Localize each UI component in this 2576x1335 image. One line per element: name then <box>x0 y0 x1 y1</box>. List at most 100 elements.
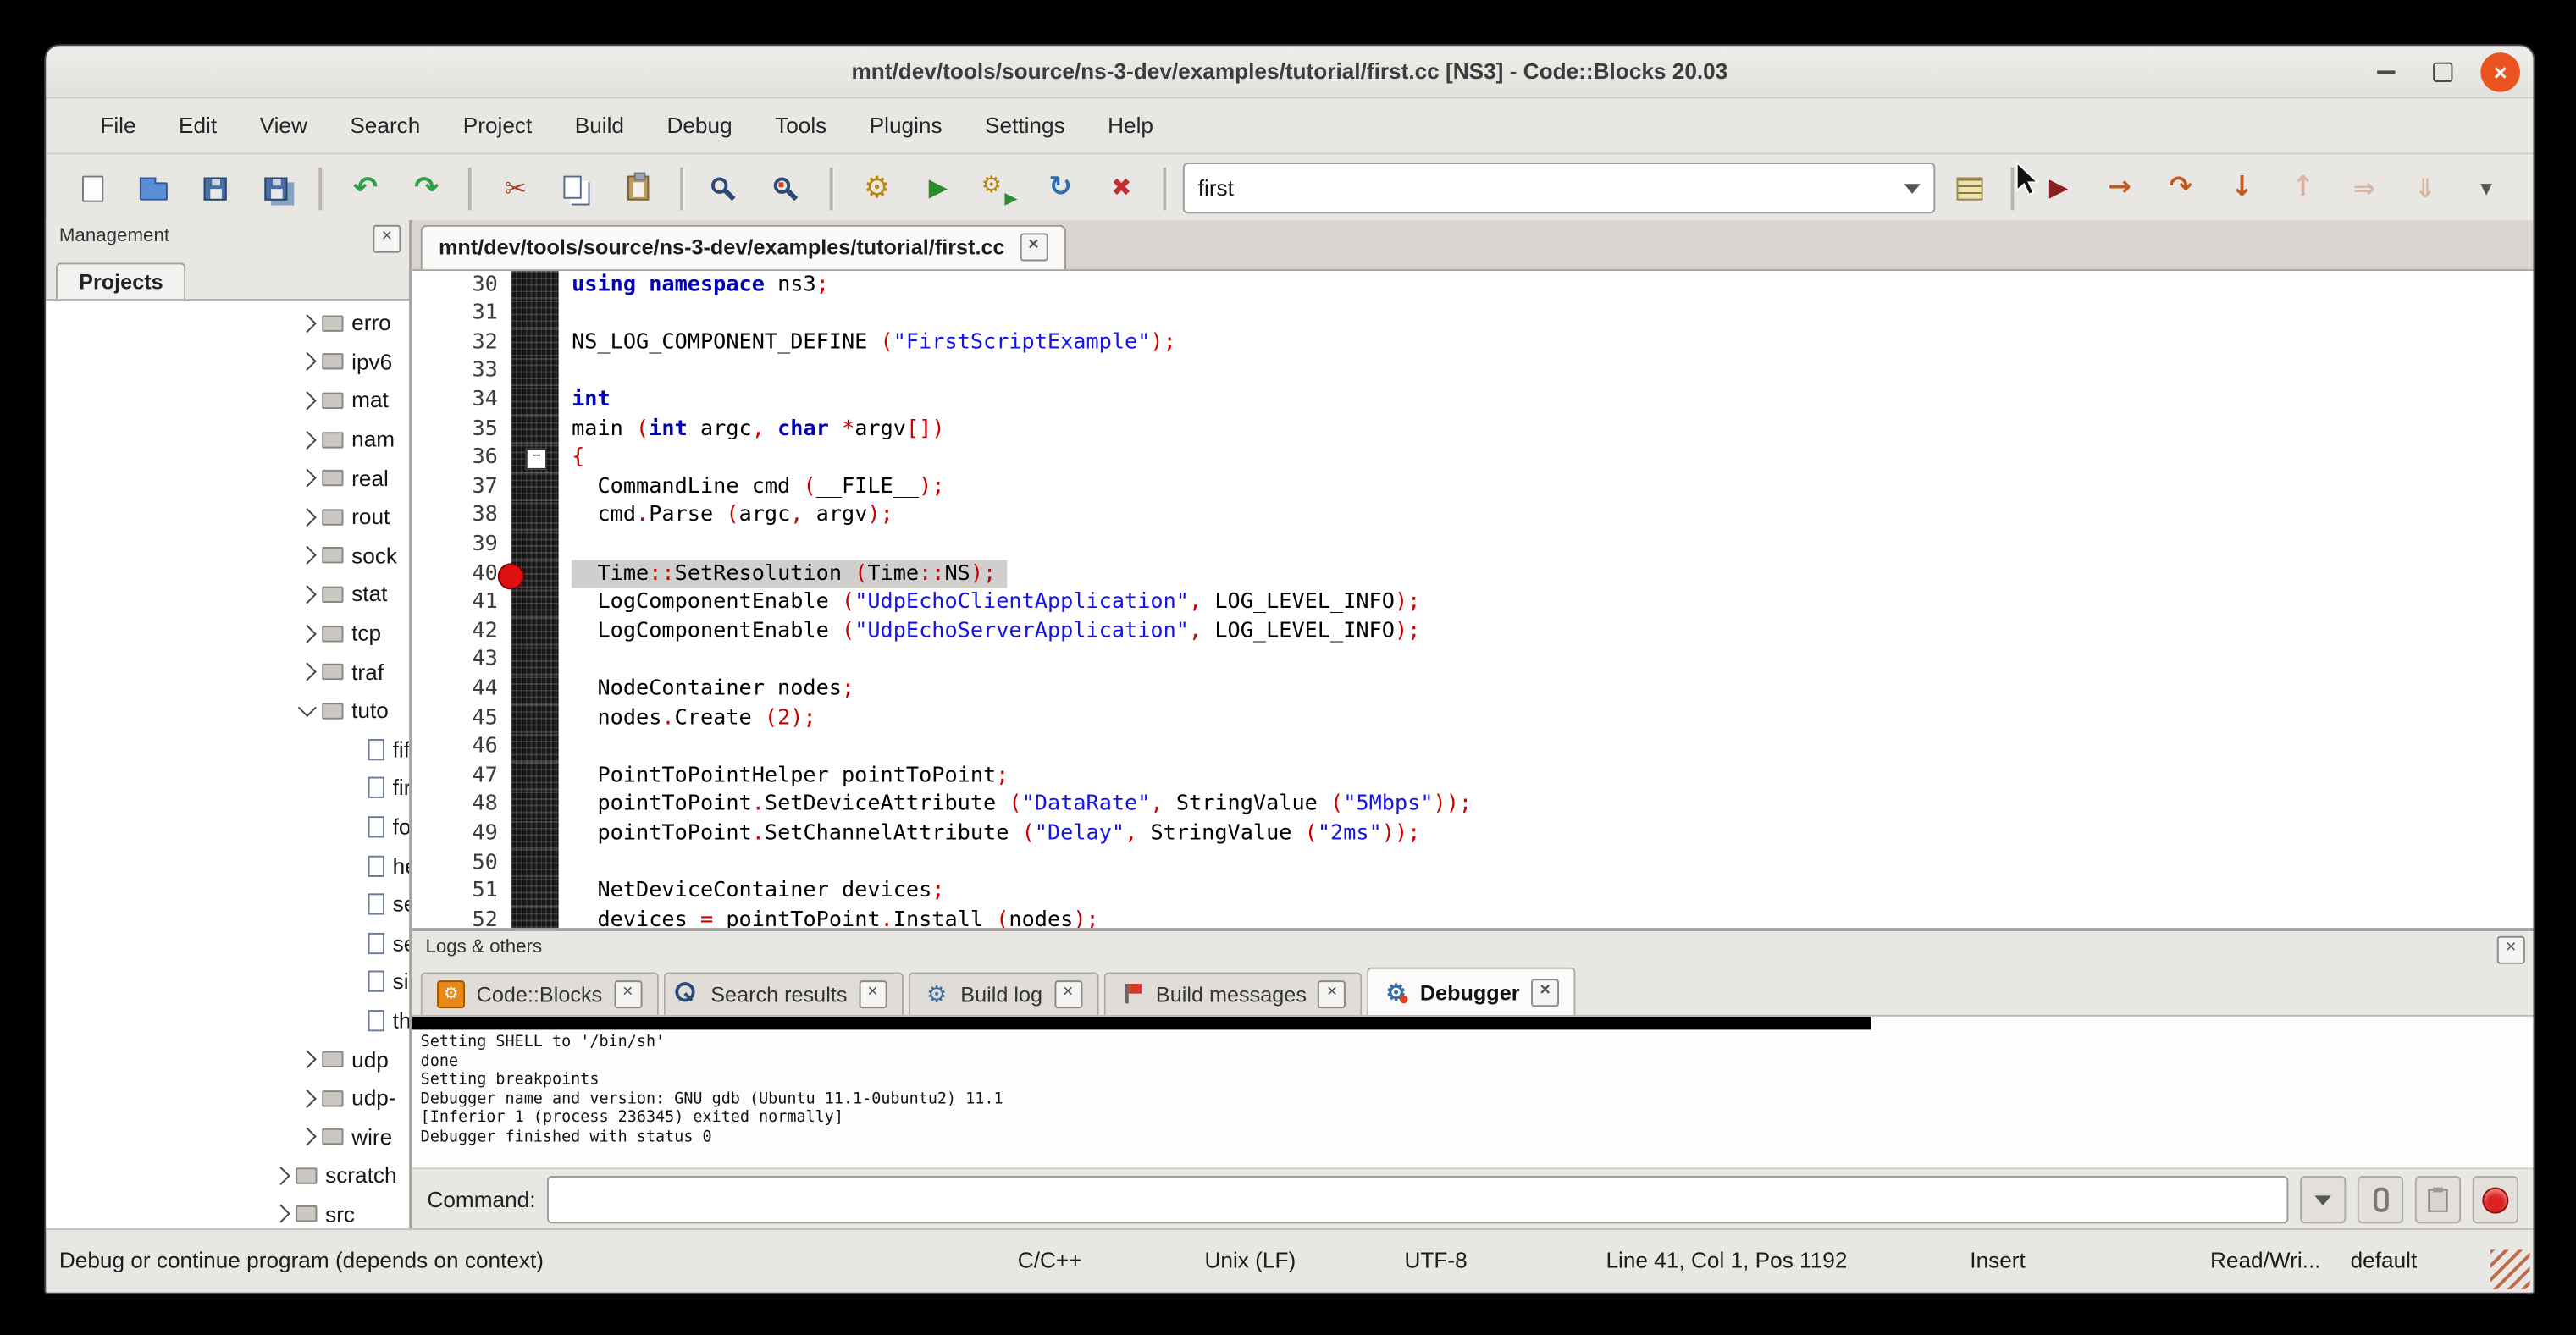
menu-file[interactable]: File <box>79 98 158 152</box>
copy-button[interactable] <box>550 163 604 212</box>
menu-edit[interactable]: Edit <box>158 98 239 152</box>
tree-item-traf[interactable]: traf <box>46 653 409 692</box>
management-close-button[interactable] <box>373 225 401 253</box>
tree-item-stat[interactable]: stat <box>46 575 409 614</box>
tree-item-tcp[interactable]: tcp <box>46 614 409 653</box>
margin-strip[interactable] <box>511 386 558 415</box>
tree-item-se[interactable]: se <box>46 924 409 963</box>
undo-button[interactable]: ↶ <box>338 163 392 212</box>
margin-strip[interactable] <box>511 819 558 848</box>
menu-search[interactable]: Search <box>329 98 441 152</box>
tree-item-rout[interactable]: rout <box>46 498 409 537</box>
margin-strip[interactable] <box>511 444 558 472</box>
menu-debug[interactable]: Debug <box>645 98 754 152</box>
stop-debugger-button[interactable] <box>2473 1176 2518 1223</box>
cut-button[interactable]: ✂ <box>489 163 543 212</box>
margin-strip[interactable] <box>511 703 558 732</box>
find-button[interactable] <box>699 163 754 212</box>
chevron-right-icon[interactable] <box>298 508 317 527</box>
tree-item-ipv6[interactable]: ipv6 <box>46 343 409 382</box>
chevron-right-icon[interactable] <box>298 663 317 681</box>
chevron-right-icon[interactable] <box>298 469 317 488</box>
tree-item-udp[interactable]: udp <box>46 1040 409 1079</box>
save-button[interactable] <box>188 163 242 212</box>
command-input[interactable] <box>547 1176 2288 1223</box>
breakpoint-marker[interactable] <box>498 563 524 589</box>
tree-item-th[interactable]: th <box>46 1001 409 1040</box>
margin-strip[interactable] <box>511 328 558 357</box>
redo-button[interactable]: ↷ <box>399 163 453 212</box>
tree-item-wire[interactable]: wire <box>46 1117 409 1156</box>
menu-project[interactable]: Project <box>442 98 554 152</box>
editor-tab-close-button[interactable] <box>1020 234 1048 262</box>
tree-item-six[interactable]: six <box>46 963 409 1001</box>
margin-strip[interactable] <box>511 877 558 906</box>
logs-tab-code-blocks[interactable]: Code::Blocks <box>421 972 659 1014</box>
tree-item-fo[interactable]: fo <box>46 808 409 847</box>
project-tree[interactable]: erroipv6matnamrealroutsockstattcptraftut… <box>46 301 409 1230</box>
tree-item-tuto[interactable]: tuto <box>46 692 409 731</box>
tab-projects[interactable]: Projects <box>56 262 186 299</box>
open-file-button[interactable] <box>127 163 181 212</box>
menu-tools[interactable]: Tools <box>754 98 849 152</box>
copy-log-button[interactable] <box>2415 1176 2461 1223</box>
run-to-cursor-button[interactable]: → <box>2092 163 2147 212</box>
logs-tab-build-log[interactable]: Build log <box>908 972 1098 1014</box>
next-line-button[interactable]: ↷ <box>2153 163 2208 212</box>
menu-help[interactable]: Help <box>1086 98 1175 152</box>
chevron-right-icon[interactable] <box>298 430 317 449</box>
menu-build[interactable]: Build <box>554 98 646 152</box>
chevron-right-icon[interactable] <box>298 585 317 604</box>
paste-button[interactable] <box>611 163 665 212</box>
tree-item-fif[interactable]: fif <box>46 730 409 769</box>
margin-strip[interactable] <box>511 675 558 703</box>
margin-strip[interactable] <box>511 300 558 328</box>
logs-tab-close-button[interactable] <box>1318 980 1346 1008</box>
tree-item-sock[interactable]: sock <box>46 537 409 576</box>
tree-item-real[interactable]: real <box>46 459 409 498</box>
margin-strip[interactable] <box>511 357 558 386</box>
margin-strip[interactable] <box>511 791 558 819</box>
chevron-right-icon[interactable] <box>298 624 317 643</box>
margin-strip[interactable] <box>511 617 558 646</box>
chevron-right-icon[interactable] <box>298 1089 317 1107</box>
code-editor[interactable]: 30using namespace ns3;3132NS_LOG_COMPONE… <box>412 270 2534 928</box>
tree-item-se[interactable]: se <box>46 885 409 924</box>
margin-strip[interactable] <box>511 733 558 762</box>
margin-strip[interactable] <box>511 270 558 299</box>
logs-tab-close-button[interactable] <box>1531 978 1559 1006</box>
save-all-button[interactable] <box>249 163 303 212</box>
command-dropdown-button[interactable] <box>2300 1176 2346 1223</box>
debugger-log-output[interactable]: Setting SHELL to '/bin/sh'doneSetting br… <box>412 1017 2534 1169</box>
build-target-combo[interactable]: first <box>1183 163 1936 213</box>
tree-item-mat[interactable]: mat <box>46 381 409 420</box>
logs-tab-close-button[interactable] <box>1054 980 1082 1008</box>
chevron-right-icon[interactable] <box>298 1050 317 1068</box>
step-into-button[interactable]: ↓ <box>2214 163 2269 212</box>
margin-strip[interactable] <box>511 415 558 444</box>
tree-item-he[interactable]: he <box>46 847 409 885</box>
menu-plugins[interactable]: Plugins <box>848 98 963 152</box>
logs-tab-close-button[interactable] <box>859 980 887 1008</box>
tree-item-udp[interactable]: udp- <box>46 1078 409 1117</box>
margin-strip[interactable] <box>511 531 558 560</box>
margin-strip[interactable] <box>511 762 558 791</box>
select-target-button[interactable] <box>1943 163 1997 212</box>
tree-item-src[interactable]: src <box>46 1195 409 1230</box>
next-instruction-button[interactable]: ⇒ <box>2337 163 2391 212</box>
replace-button[interactable] <box>760 163 815 212</box>
tree-item-fir[interactable]: fir <box>46 769 409 808</box>
margin-strip[interactable] <box>511 848 558 877</box>
resize-grip[interactable] <box>2490 1249 2530 1289</box>
chevron-right-icon[interactable] <box>298 546 317 565</box>
margin-strip[interactable] <box>511 560 558 588</box>
tree-item-scratch[interactable]: scratch <box>46 1156 409 1195</box>
step-into-instruction-button[interactable]: ⇓ <box>2398 163 2452 212</box>
menu-settings[interactable]: Settings <box>964 98 1086 152</box>
editor-tab-first-cc[interactable]: mnt/dev/tools/source/ns-3-dev/examples/t… <box>421 224 1066 268</box>
chevron-right-icon[interactable] <box>298 391 317 410</box>
tree-item-erro[interactable]: erro <box>46 304 409 343</box>
chevron-right-icon[interactable] <box>298 1128 317 1146</box>
toolbar-overflow-button[interactable]: ▾ <box>2459 163 2513 212</box>
rebuild-button[interactable]: ↻ <box>1033 163 1087 212</box>
